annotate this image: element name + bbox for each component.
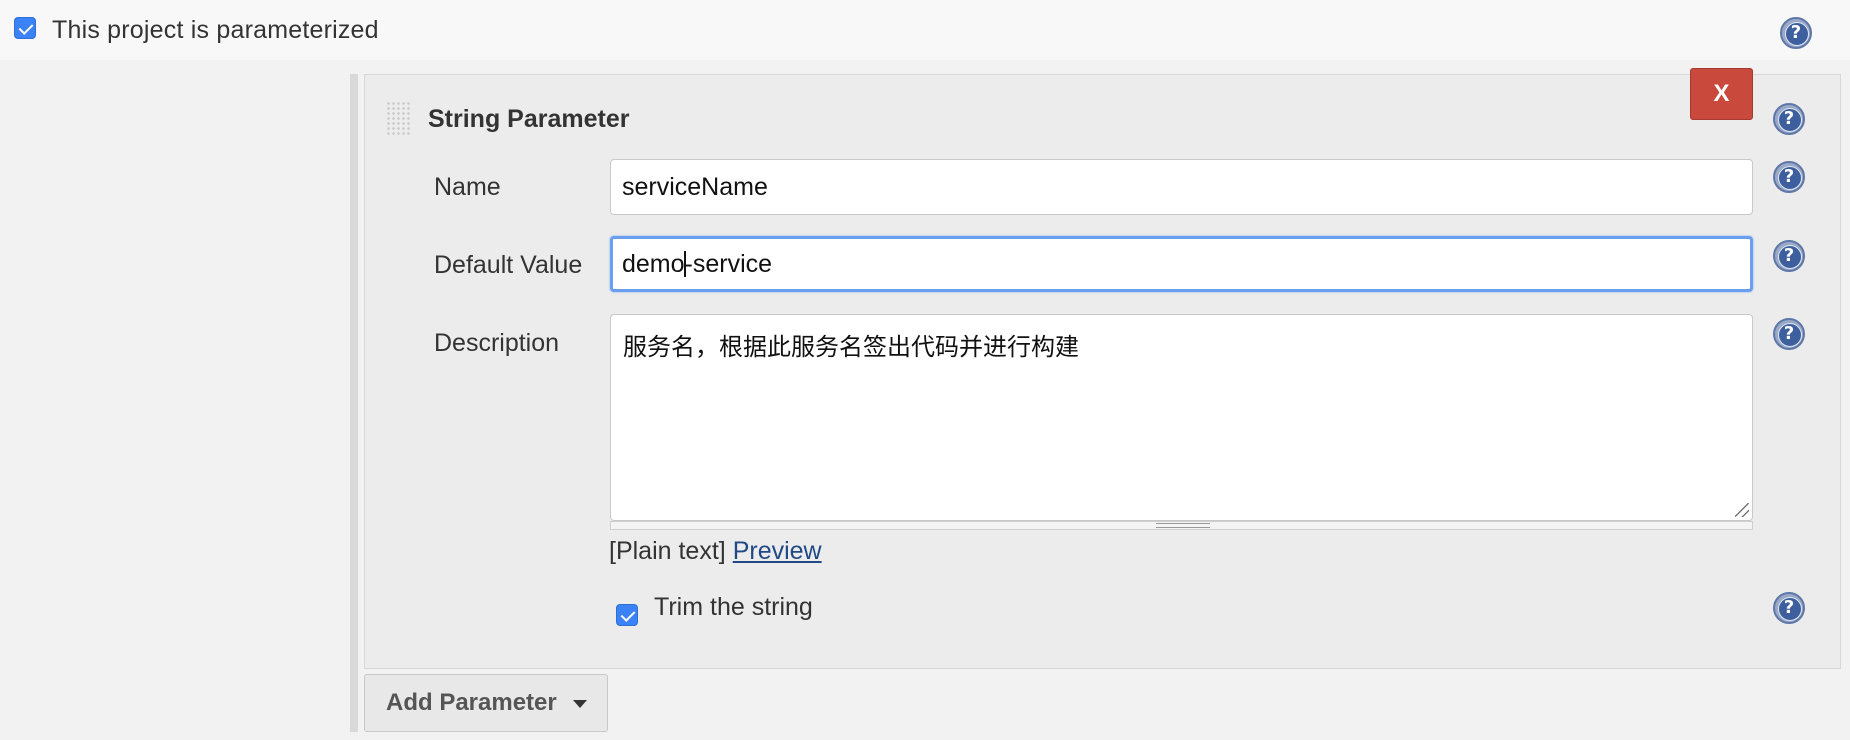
description-text: 服务名，根据此服务名签出代码并进行构建 (623, 333, 1079, 361)
parameterized-label: This project is parameterized (52, 16, 379, 44)
textarea-resize-bar[interactable] (610, 521, 1753, 530)
plain-text-label: [Plain text] (609, 537, 726, 565)
drag-handle-icon[interactable] (386, 101, 412, 135)
description-textarea[interactable]: 服务名，根据此服务名签出代码并进行构建 (610, 314, 1753, 521)
resize-grip-icon[interactable] (1735, 503, 1749, 517)
trim-string-checkbox[interactable] (616, 604, 638, 626)
help-icon[interactable]: ? (1773, 592, 1805, 624)
preview-link[interactable]: Preview (733, 537, 822, 565)
help-icon[interactable]: ? (1773, 103, 1805, 135)
parameter-rail (350, 74, 358, 732)
parameter-type-title: String Parameter (428, 105, 630, 133)
chevron-down-icon (573, 700, 587, 708)
parameterized-row: This project is parameterized ? (0, 0, 1850, 60)
help-icon[interactable]: ? (1780, 17, 1812, 49)
help-icon[interactable]: ? (1773, 161, 1805, 193)
description-label: Description (434, 329, 560, 357)
markup-info: [Plain text] Preview (609, 534, 822, 568)
parameterized-checkbox[interactable] (14, 17, 36, 39)
default-value-label: Default Value (434, 251, 583, 279)
add-parameter-button[interactable]: Add Parameter (364, 674, 608, 732)
help-icon[interactable]: ? (1773, 240, 1805, 272)
name-input[interactable]: serviceName (610, 159, 1753, 215)
help-icon[interactable]: ? (1773, 318, 1805, 350)
delete-parameter-button[interactable]: X (1690, 68, 1753, 120)
add-parameter-label: Add Parameter (386, 689, 557, 716)
default-value-input[interactable]: demo-service (610, 236, 1753, 292)
trim-string-label: Trim the string (654, 593, 813, 621)
name-label: Name (434, 173, 501, 201)
